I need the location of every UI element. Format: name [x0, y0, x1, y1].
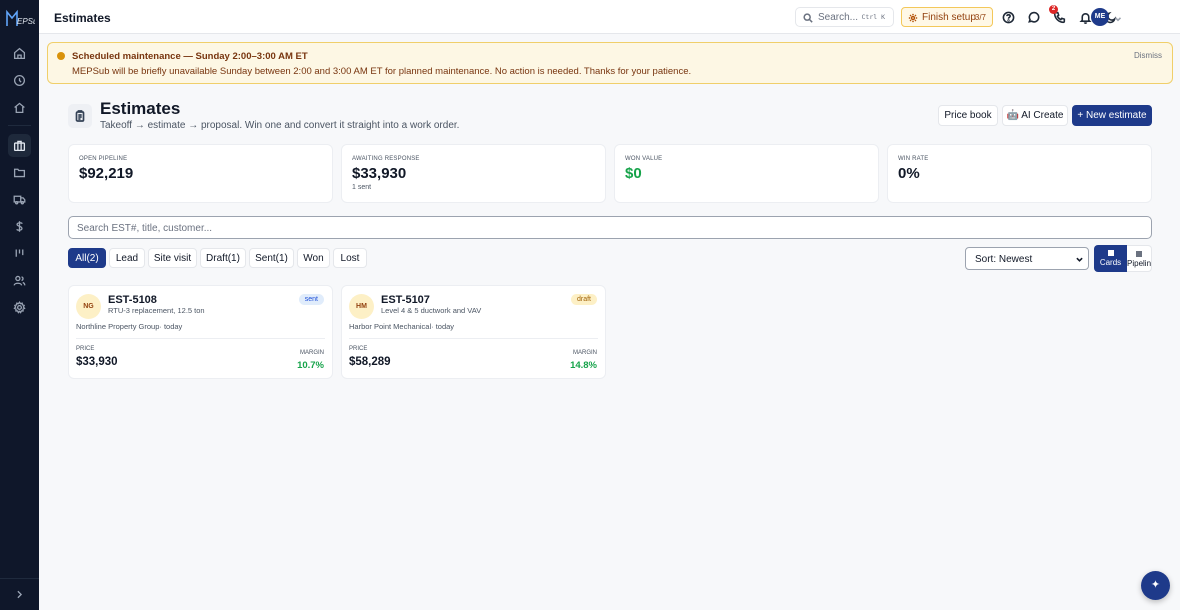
user-avatar[interactable]: ME — [1091, 8, 1109, 26]
estimate-card[interactable]: HM EST-5107 Level 4 & 5 ductwork and VAV… — [341, 285, 606, 379]
banner-title: Scheduled maintenance — Sunday 2:00–3:00… — [72, 51, 308, 62]
finish-setup-label: Finish setup — [922, 12, 976, 23]
filter-tab-site-visit[interactable]: Site visit — [148, 248, 197, 268]
maintenance-banner: Scheduled maintenance — Sunday 2:00–3:00… — [47, 42, 1173, 84]
sparkle-icon: ✦ — [1150, 579, 1161, 591]
finish-setup-progress: 3/7 — [974, 13, 986, 22]
sidebar-footer-divider — [0, 578, 39, 579]
price-book-button[interactable]: Price book — [938, 105, 998, 126]
stat-label: WIN RATE — [898, 156, 929, 162]
estimate-search-input[interactable]: Search EST#, title, customer... — [68, 216, 1152, 239]
chevron-down-icon — [1076, 257, 1083, 262]
estimate-customer: Northline Property Group· today — [76, 322, 183, 331]
filter-tab-lost[interactable]: Lost — [333, 248, 367, 268]
finish-setup-button[interactable]: Finish setup 3/7 — [901, 7, 993, 27]
filter-tab-won[interactable]: Won — [297, 248, 330, 268]
kanban-icon — [1136, 251, 1142, 257]
expand-sidebar-chevron-icon[interactable] — [8, 583, 31, 606]
price-value: $58,289 — [349, 356, 391, 368]
home-icon[interactable] — [8, 42, 31, 65]
stat-card-awaiting-response: AWAITING RESPONSE $33,930 1 sent — [341, 144, 606, 203]
assistant-fab-button[interactable]: ✦ — [1141, 571, 1170, 600]
search-icon — [803, 13, 813, 23]
estimate-number: EST-5107 — [381, 294, 430, 306]
estimate-description: RTU-3 replacement, 12.5 ton — [108, 306, 205, 315]
estimate-number: EST-5108 — [108, 294, 157, 306]
view-toggle-pipeline[interactable]: Pipeline — [1127, 245, 1152, 272]
stat-label: WON VALUE — [625, 156, 663, 162]
dollar-icon[interactable] — [8, 215, 31, 238]
topbar-title: Estimates — [54, 11, 111, 25]
estimate-card[interactable]: NG EST-5108 RTU-3 replacement, 12.5 ton … — [68, 285, 333, 379]
page-title: Estimates — [100, 99, 181, 118]
clipboard-icon — [68, 104, 92, 128]
view-toggle-cards[interactable]: Cards — [1094, 245, 1127, 272]
briefcase-icon[interactable] — [8, 134, 31, 157]
gear-icon — [908, 13, 918, 23]
customer-avatar: NG — [76, 294, 101, 319]
price-label: PRICE — [349, 346, 368, 352]
svg-text:EPSub: EPSub — [17, 17, 35, 26]
top-bar: Estimates Search... Ctrl K Finish setup … — [39, 0, 1180, 34]
chevron-down-icon[interactable] — [1114, 12, 1122, 22]
estimate-search-placeholder: Search EST#, title, customer... — [77, 223, 213, 234]
status-badge: sent — [298, 294, 324, 305]
truck-icon[interactable] — [8, 188, 31, 211]
kanban-icon[interactable] — [8, 242, 31, 265]
estimate-customer: Harbor Point Mechanical· today — [349, 322, 455, 331]
new-estimate-button[interactable]: + New estimate — [1072, 105, 1152, 126]
search-shortcut-hint: Ctrl K — [861, 13, 885, 21]
stat-label: OPEN PIPELINE — [79, 156, 128, 162]
stat-card-win-rate: WIN RATE 0% — [887, 144, 1152, 203]
sidebar: EPSub — [0, 0, 39, 610]
stat-value: $92,219 — [79, 165, 134, 182]
house-icon[interactable] — [8, 96, 31, 119]
banner-message: MEPSub will be briefly unavailable Sunda… — [72, 66, 692, 77]
global-search-button[interactable]: Search... Ctrl K — [795, 7, 894, 27]
price-label: PRICE — [76, 346, 95, 352]
filter-tab-sent[interactable]: Sent(1) — [249, 248, 294, 268]
price-value: $33,930 — [76, 356, 118, 368]
chat-icon[interactable] — [1025, 9, 1041, 25]
filter-tab-lead[interactable]: Lead — [109, 248, 145, 268]
mepsub-logo[interactable]: EPSub — [4, 8, 35, 28]
stat-subtext: 1 sent — [352, 184, 372, 191]
status-badge: draft — [570, 294, 597, 305]
stat-value: $0 — [625, 165, 642, 182]
margin-label: MARGIN — [300, 350, 324, 356]
view-toggle-pipeline-label: Pipeline — [1127, 259, 1152, 268]
sidebar-divider — [8, 125, 31, 126]
clock-icon[interactable] — [8, 69, 31, 92]
margin-label: MARGIN — [573, 350, 597, 356]
help-icon[interactable] — [1000, 9, 1016, 25]
customer-avatar: HM — [349, 294, 374, 319]
filter-tab-draft[interactable]: Draft(1) — [200, 248, 246, 268]
card-divider — [76, 338, 325, 339]
notification-count-badge: 2 — [1049, 5, 1058, 14]
dismiss-banner-button[interactable]: Dismiss — [1134, 51, 1162, 60]
stat-value: $33,930 — [352, 165, 407, 182]
folder-icon[interactable] — [8, 161, 31, 184]
users-icon[interactable] — [8, 269, 31, 292]
grid-icon — [1107, 250, 1114, 256]
view-toggle-cards-label: Cards — [1099, 258, 1122, 267]
card-divider — [349, 338, 598, 339]
page-subtitle: Takeoff → estimate → proposal. Win one a… — [100, 120, 460, 131]
stat-card-won-value: WON VALUE $0 — [614, 144, 879, 203]
stat-value: 0% — [898, 165, 920, 182]
global-search-placeholder: Search... — [818, 12, 859, 23]
margin-value: 10.7% — [297, 360, 324, 371]
stat-label: AWAITING RESPONSE — [352, 156, 420, 162]
margin-value: 14.8% — [570, 360, 597, 371]
warning-dot-icon — [57, 52, 65, 60]
sort-value: Sort: Newest — [975, 254, 1033, 265]
sort-select[interactable]: Sort: Newest — [965, 247, 1089, 270]
filter-tab-all[interactable]: All(2) — [68, 248, 106, 268]
settings-icon[interactable] — [8, 296, 31, 319]
estimate-description: Level 4 & 5 ductwork and VAV — [381, 306, 482, 315]
stat-card-open-pipeline: OPEN PIPELINE $92,219 — [68, 144, 333, 203]
ai-create-button[interactable]: 🤖 AI Create — [1002, 105, 1068, 126]
